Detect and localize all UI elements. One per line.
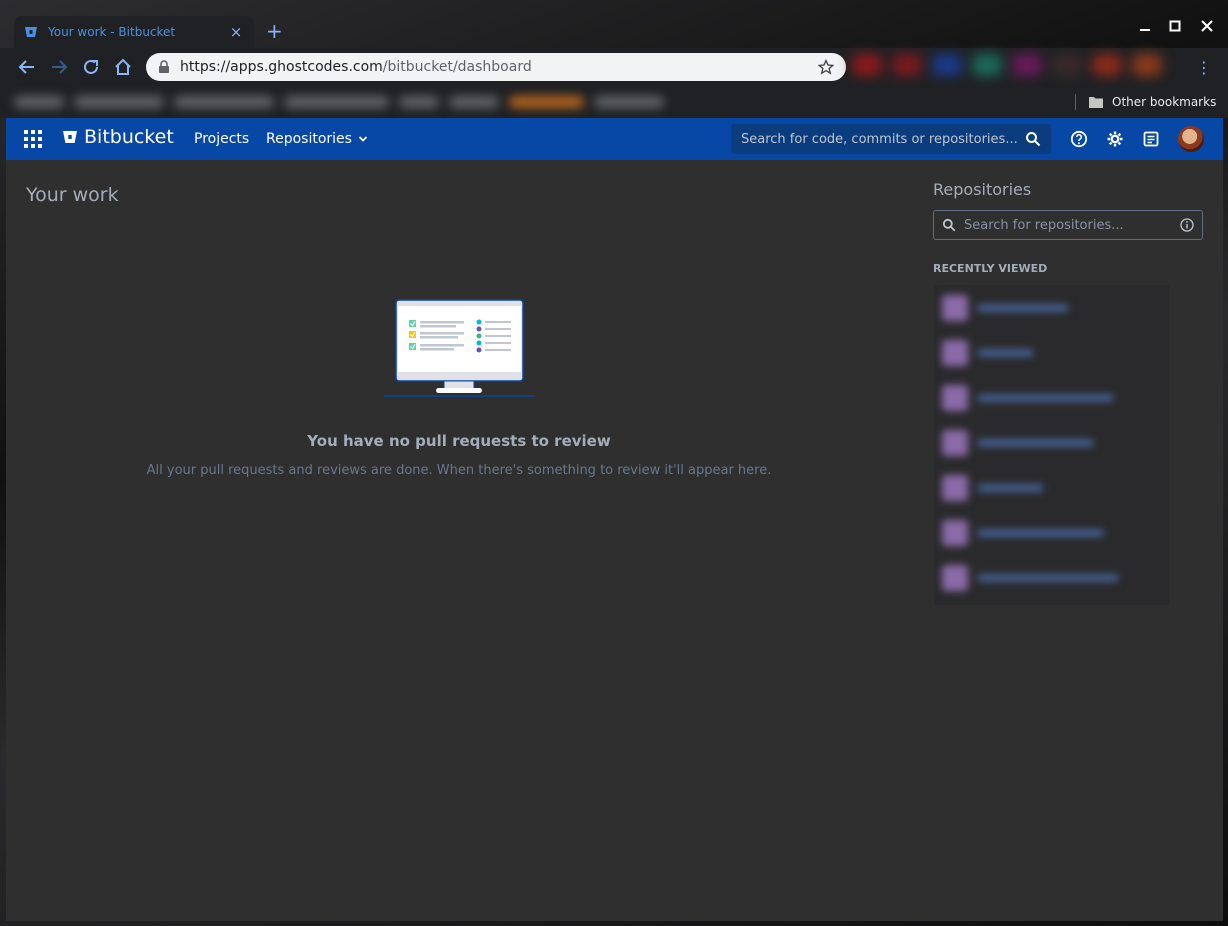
extensions-area[interactable] [852,54,1192,80]
top-navigation: Bitbucket Projects Repositories [6,118,1223,160]
browser-menu-icon[interactable]: ⋮ [1196,58,1212,77]
lock-icon [159,60,169,73]
browser-window: Your work - Bitbucket × + https://apps.g… [0,0,1228,926]
monitor-illustration [384,299,534,397]
other-bookmarks-button[interactable]: Other bookmarks [1088,92,1216,112]
nav-repositories-label: Repositories [266,131,352,147]
global-search-input[interactable] [741,131,1025,147]
bitbucket-logo[interactable]: Bitbucket [62,126,174,148]
recent-repository-item[interactable] [934,465,1169,510]
close-window-button[interactable] [1196,16,1218,36]
bitbucket-favicon-icon [25,27,37,37]
page-title: Your work [26,184,119,206]
other-bookmarks-label: Other bookmarks [1112,95,1217,109]
bitbucket-page: Bitbucket Projects Repositories Search f… [6,118,1223,921]
bookmarks-bar: Other bookmarks [0,86,1228,118]
maximize-window-button[interactable] [1164,16,1186,36]
tab-close-icon[interactable]: × [228,23,244,41]
address-bar[interactable]: https://apps.ghostcodes.com/bitbucket/da… [146,53,846,81]
url-text: https://apps.ghostcodes.com/bitbucket/da… [180,59,818,75]
recent-repository-item[interactable] [934,510,1169,555]
repository-avatar [942,339,968,366]
repository-avatar [942,294,968,321]
bookmark-star-icon[interactable] [818,59,834,75]
info-icon[interactable] [1180,218,1194,232]
recent-repository-item[interactable] [934,330,1169,375]
home-icon[interactable] [112,56,134,78]
repository-search-input[interactable] [964,217,1180,233]
browser-toolbar: https://apps.ghostcodes.com/bitbucket/da… [0,48,1228,86]
bookmark-items[interactable] [14,92,784,112]
close-icon [1201,20,1213,32]
gear-icon[interactable] [1106,130,1124,148]
repository-avatar [942,474,968,501]
repository-search[interactable] [933,210,1203,240]
notes-icon[interactable] [1142,130,1160,148]
nav-repositories[interactable]: Repositories [266,131,368,147]
search-icon[interactable] [1025,131,1041,147]
repository-name-obscured [978,484,1043,491]
bitbucket-logo-icon [63,131,77,143]
help-icon[interactable] [1070,130,1088,148]
repository-name-obscured [978,574,1118,581]
repository-avatar [942,564,968,591]
forward-arrow-icon[interactable] [48,56,70,78]
url-host: https://apps.ghostcodes.com [180,59,383,75]
search-icon [942,218,956,232]
recent-repository-item[interactable] [934,285,1169,330]
avatar[interactable] [1178,126,1204,152]
empty-state-description: All your pull requests and reviews are d… [146,463,772,478]
repository-avatar [942,429,968,456]
url-path: /bitbucket/dashboard [382,59,532,75]
recent-repository-item[interactable] [934,375,1169,420]
chevron-down-icon [358,136,368,142]
repository-name-obscured [978,529,1103,536]
bookmarks-separator [1075,94,1076,110]
repository-avatar [942,519,968,546]
app-switcher-icon[interactable] [24,130,42,148]
recently-viewed-list [934,285,1169,605]
tab-title: Your work - Bitbucket [48,25,176,39]
repository-avatar [942,384,968,411]
empty-state-title: You have no pull requests to review [307,432,611,450]
folder-icon [1089,97,1103,108]
maximize-icon [1169,20,1181,32]
product-name: Bitbucket [84,126,174,148]
new-tab-button[interactable]: + [266,20,283,42]
nav-projects[interactable]: Projects [194,131,249,147]
browser-tab[interactable]: Your work - Bitbucket × [14,16,254,48]
repository-name-obscured [978,304,1068,311]
repository-name-obscured [978,394,1113,401]
repository-name-obscured [978,439,1093,446]
recently-viewed-label: RECENTLY VIEWED [933,262,1048,275]
reload-icon[interactable] [80,56,102,78]
repository-name-obscured [978,349,1033,356]
global-search[interactable] [731,124,1051,154]
back-arrow-icon[interactable] [16,56,38,78]
repositories-heading: Repositories [933,180,1032,199]
minimize-window-button[interactable] [1134,16,1156,36]
recent-repository-item[interactable] [934,555,1169,600]
recent-repository-item[interactable] [934,420,1169,465]
minimize-icon [1140,29,1150,31]
